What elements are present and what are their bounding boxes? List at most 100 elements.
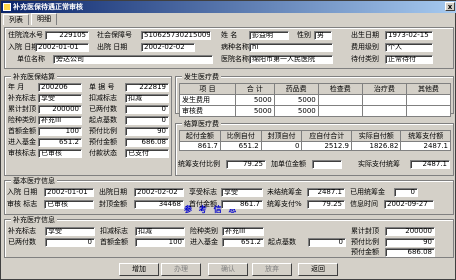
b-xxsj-field[interactable]: 2002-09-27	[384, 200, 434, 209]
sjtc-label: 实际支付统筹	[358, 160, 400, 168]
back-button[interactable]: 返回	[298, 263, 338, 276]
b-ry-field[interactable]: 2002-01-01	[44, 188, 94, 197]
result-col: 统筹支付额	[400, 130, 451, 142]
result-cell[interactable]: 2487.1	[400, 141, 451, 151]
sbh-field[interactable]: 510625730215009	[141, 31, 211, 40]
s-ljfd-field[interactable]: 200000	[385, 227, 435, 236]
s-ydbl-field[interactable]: 90	[385, 238, 435, 247]
xbfl-field[interactable]: 补充III	[38, 116, 82, 125]
sczf-field[interactable]: 100	[38, 127, 82, 136]
s-sfje-field[interactable]: 100	[135, 238, 185, 247]
process-button[interactable]: 办理	[161, 263, 201, 276]
fees-cell[interactable]: 5000	[234, 105, 275, 117]
jrzf-field[interactable]: 651.2	[38, 138, 82, 147]
fylb-field[interactable]: 个人	[385, 43, 433, 52]
s-bcbz-field[interactable]: 享受	[45, 227, 95, 236]
fees-cell[interactable]	[317, 105, 363, 117]
bzmc-label: 病种名称	[221, 43, 249, 51]
fees-cell[interactable]	[361, 105, 407, 117]
s-ydje-label: 预付金额	[351, 248, 379, 256]
s-ydbl-label: 预付比例	[351, 238, 379, 246]
yzf-field[interactable]: 0	[125, 105, 169, 114]
tab-list[interactable]: 列表	[3, 14, 29, 25]
fees-col: 合 计	[234, 83, 275, 95]
zyls-field[interactable]: 229105	[45, 31, 89, 40]
djh-field[interactable]: 222819	[125, 83, 169, 92]
bzmc-field[interactable]: hi	[249, 43, 333, 52]
fylb-label: 费用级别	[351, 43, 379, 51]
b-yjtc-field[interactable]: 0	[394, 188, 418, 197]
cy-field[interactable]: 2002-02-02	[141, 43, 195, 52]
fees-cell[interactable]	[361, 94, 407, 106]
jrdw-field[interactable]	[312, 160, 342, 169]
shbz-field[interactable]: 已审核	[38, 149, 82, 158]
confirm-button[interactable]: 确认	[208, 263, 248, 276]
fees-cell[interactable]	[405, 94, 452, 106]
title-bar: 补充医保待遇正常审核 x	[1, 1, 456, 13]
s-yzfs-field[interactable]: 0	[45, 238, 95, 247]
yymc-field[interactable]: 绵阳市第一人民医院	[249, 55, 333, 64]
b-fdje-field[interactable]: 34468	[134, 200, 184, 209]
s-qdjs-field[interactable]: 0	[308, 238, 346, 247]
ydbl-field[interactable]: 90	[125, 127, 169, 136]
add-button[interactable]: 增加	[119, 263, 159, 276]
b-cy-field[interactable]: 2002-02-02	[134, 188, 184, 197]
cancel-button[interactable]: 放弃	[252, 263, 292, 276]
result-cell[interactable]: 0	[260, 141, 303, 151]
s-jrjj-field[interactable]: 651.2	[222, 238, 264, 247]
fees-cell[interactable]	[317, 94, 363, 106]
b-sfje-field[interactable]: 861.7	[221, 200, 263, 209]
zfbz-field[interactable]: 已支付	[125, 149, 169, 158]
qzbz-field[interactable]: 0	[125, 116, 169, 125]
result-col: 实际自付额	[350, 130, 402, 142]
sbh-label: 社会保障号	[97, 31, 132, 39]
xm-field[interactable]: 彭益明	[249, 31, 289, 40]
table-row[interactable]: 审核费 5000 5000	[179, 105, 452, 117]
sjtc-field[interactable]: 2487.1	[410, 160, 450, 169]
result-cell[interactable]: 651.2	[219, 141, 262, 151]
fees-cell[interactable]	[405, 105, 452, 117]
b-wjtc-field[interactable]: 2487.1	[307, 188, 345, 197]
shbz-label: 审核标志	[8, 149, 36, 157]
ydbl-label: 预付比例	[89, 127, 117, 135]
dwmc-field[interactable]: 旁达公司	[53, 55, 213, 64]
fees-cell[interactable]: 5000	[273, 105, 319, 117]
result-cell[interactable]: 2512.9	[301, 141, 352, 151]
s-kjbz-label: 扣减标志	[100, 227, 128, 235]
result-col: 起付金额	[179, 130, 221, 142]
tczf-field[interactable]: 79.25	[226, 160, 266, 169]
bcbz-field[interactable]: 享受	[38, 94, 82, 103]
b-sh-field[interactable]: 已审核	[44, 200, 94, 209]
fees-cell[interactable]: 5000	[234, 94, 275, 106]
fees-group: 发生医疗费 项 目 合 计 药品费 检查费 治疗费 其他费 发生费用 5000 …	[175, 72, 454, 117]
result-cell[interactable]: 1826.82	[350, 141, 402, 151]
b-tczfbl-label: 统筹支付%	[267, 200, 302, 208]
b-xsbz-field[interactable]: 享受	[221, 188, 263, 197]
table-row[interactable]: 861.7 651.2 0 2512.9 1826.82 2487.1	[179, 141, 451, 151]
close-button[interactable]: x	[445, 2, 455, 11]
s-kjbz-field[interactable]: 扣减	[135, 227, 185, 236]
csrq-field[interactable]: 1973-02-15	[385, 31, 433, 40]
nf-field[interactable]: 200206	[38, 83, 82, 92]
xb-field[interactable]: 男	[314, 31, 332, 40]
lylb-field[interactable]: 正常待付	[385, 55, 433, 64]
bcfz-field[interactable]: 686.08	[125, 138, 169, 147]
djh-label: 单 据 号	[89, 83, 115, 91]
result-title: 结算医疗费	[182, 119, 221, 129]
fees-cell[interactable]: 5000	[273, 94, 319, 106]
qzbz-label: 起点基数	[89, 116, 117, 124]
ljfd-field[interactable]: 200000	[38, 105, 82, 114]
xbfl-label: 险种类别	[8, 116, 36, 124]
s-xzlb-field[interactable]: 补充III	[222, 227, 264, 236]
ry-field[interactable]: 2002-01-01	[35, 43, 89, 52]
s-ydje-field[interactable]: 686.08	[385, 248, 435, 257]
result-cell[interactable]: 861.7	[179, 141, 221, 151]
main-window: 补充医保待遇正常审核 x 列表 明细 住院流水号 229105 社会保障号 51…	[0, 0, 456, 280]
tczf-label: 统筹支付比例	[178, 160, 220, 168]
table-row[interactable]: 发生费用 5000 5000	[179, 94, 452, 106]
jrzf-label: 进入基金	[8, 138, 36, 146]
basic-fields: 入院 日期 2002-01-01 出院日期 2002-02-02 享受标志 享受…	[4, 180, 454, 215]
tab-detail[interactable]: 明细	[31, 13, 57, 25]
b-tczfbl-field[interactable]: 79.25	[307, 200, 345, 209]
kjbz-field[interactable]: 扣减	[125, 94, 169, 103]
